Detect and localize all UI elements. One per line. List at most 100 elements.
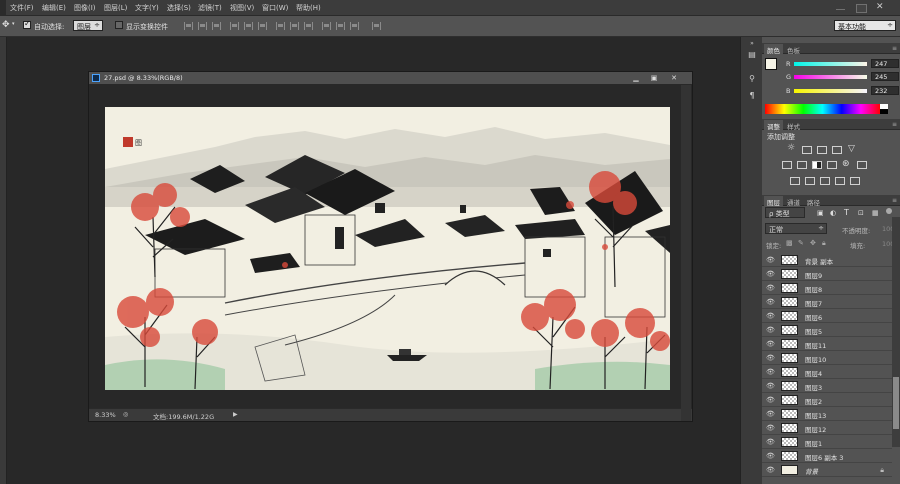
distribute-hcenter-icon[interactable] xyxy=(336,22,345,30)
panel-menu-icon[interactable]: ≡ xyxy=(892,121,897,128)
align-vcenter-icon[interactable] xyxy=(198,22,207,30)
paragraph-icon[interactable]: ¶ xyxy=(747,91,757,101)
foreground-color-swatch[interactable] xyxy=(765,58,777,70)
hue-saturation-icon[interactable] xyxy=(782,161,792,169)
tab-paths[interactable]: 路径 xyxy=(804,196,823,207)
photo-filter-icon[interactable] xyxy=(827,161,837,169)
menu-edit[interactable]: 编辑(E) xyxy=(42,3,66,13)
doc-close-icon[interactable]: ✕ xyxy=(669,74,679,82)
black-swatch[interactable] xyxy=(880,109,888,114)
move-tool-icon[interactable]: ✥ xyxy=(2,20,10,30)
minimize-icon[interactable] xyxy=(836,9,845,10)
menu-view[interactable]: 视图(V) xyxy=(230,3,254,13)
zoom-level[interactable]: 8.33% xyxy=(95,411,116,419)
layer-row[interactable]: 👁︎ 图层9 xyxy=(762,267,892,281)
blend-mode-dropdown[interactable]: 正常 ÷ xyxy=(765,223,827,234)
document-title-bar[interactable]: 27.psd @ 8.33%(RGB/8) ▁ ▣ ✕ xyxy=(89,72,692,84)
selective-color-icon[interactable] xyxy=(850,177,860,185)
vibrance-icon[interactable]: ▽ xyxy=(848,144,855,154)
brightness-icon[interactable]: ☼ xyxy=(787,143,795,153)
levels-icon[interactable] xyxy=(802,146,812,154)
layer-row[interactable]: 👁︎ 图层12 xyxy=(762,421,892,435)
menu-select[interactable]: 选择(S) xyxy=(167,3,191,13)
filter-smart-object-icon[interactable]: ▦ xyxy=(872,209,879,217)
layer-row[interactable]: 👁︎ 图层10 xyxy=(762,351,892,365)
layer-row[interactable]: 👁︎ 图层8 xyxy=(762,281,892,295)
color-spectrum-bar[interactable] xyxy=(765,104,880,114)
menu-type[interactable]: 文字(Y) xyxy=(135,3,159,13)
align-top-icon[interactable] xyxy=(184,22,193,30)
layers-scrollbar-thumb[interactable] xyxy=(893,377,899,429)
visibility-eye-icon[interactable]: 👁︎ xyxy=(766,452,775,460)
visibility-eye-icon[interactable]: 👁︎ xyxy=(766,410,775,418)
tab-color[interactable]: 颜色 xyxy=(764,44,783,55)
document-scrollbar[interactable] xyxy=(681,85,691,421)
tab-layers[interactable]: 图层 xyxy=(764,196,783,207)
color-balance-icon[interactable] xyxy=(797,161,807,169)
tab-channels[interactable]: 通道 xyxy=(784,196,803,207)
gradient-map-icon[interactable] xyxy=(835,177,845,185)
menu-file[interactable]: 文件(F) xyxy=(10,3,34,13)
visibility-eye-icon[interactable]: 👁︎ xyxy=(766,340,775,348)
ink-painting-canvas[interactable]: 图 xyxy=(105,107,670,390)
workspace-dropdown[interactable]: 基本功能 ÷ xyxy=(834,20,896,31)
doc-minimize-icon[interactable]: ▁ xyxy=(631,74,641,82)
filter-pixel-icon[interactable]: ▣ xyxy=(817,209,824,217)
visibility-eye-icon[interactable]: 👁︎ xyxy=(766,298,775,306)
layer-filter-dropdown[interactable]: ρ 类型 xyxy=(765,207,805,218)
tab-adjustments[interactable]: 调整 xyxy=(764,120,783,131)
align-left-icon[interactable] xyxy=(230,22,239,30)
visibility-eye-icon[interactable]: 👁︎ xyxy=(766,270,775,278)
layer-row[interactable]: 👁︎ 图层6 xyxy=(762,309,892,323)
doc-maximize-icon[interactable]: ▣ xyxy=(649,74,659,82)
layer-row[interactable]: 👁︎ 图层5 xyxy=(762,323,892,337)
channel-g-slider[interactable] xyxy=(794,75,867,79)
canvas-area[interactable]: 图 xyxy=(89,84,692,408)
tab-styles[interactable]: 样式 xyxy=(784,120,803,131)
layer-row[interactable]: 👁︎ 背景 副本 xyxy=(762,253,892,267)
status-menu-arrow-icon[interactable]: ▶ xyxy=(233,411,238,418)
distribute-vcenter-icon[interactable] xyxy=(290,22,299,30)
layer-row[interactable]: 👁︎ 图层4 xyxy=(762,365,892,379)
menu-filter[interactable]: 滤镜(T) xyxy=(198,3,222,13)
menu-image[interactable]: 图像(I) xyxy=(74,3,96,13)
tools-panel-collapsed[interactable] xyxy=(0,37,7,484)
history-icon[interactable]: ▤ xyxy=(747,50,757,60)
show-transform-checkbox[interactable] xyxy=(115,21,123,29)
menu-layer[interactable]: 图层(L) xyxy=(104,3,127,13)
filter-type-icon[interactable]: T xyxy=(844,208,849,217)
filter-toggle-icon[interactable] xyxy=(886,208,892,214)
channel-mixer-icon[interactable]: ⊛ xyxy=(842,159,850,169)
align-hcenter-icon[interactable] xyxy=(244,22,253,30)
channel-b-value[interactable]: 232 xyxy=(871,86,899,95)
actions-icon[interactable]: ⚲ xyxy=(747,74,757,84)
layer-row[interactable]: 👁︎ 图层1 xyxy=(762,435,892,449)
distribute-left-icon[interactable] xyxy=(322,22,331,30)
visibility-eye-icon[interactable]: 👁︎ xyxy=(766,382,775,390)
chevron-down-icon[interactable]: ▾ xyxy=(12,21,15,27)
visibility-eye-icon[interactable]: 👁︎ xyxy=(766,284,775,292)
layer-row[interactable]: 👁︎ 图层3 xyxy=(762,379,892,393)
channel-r-value[interactable]: 247 xyxy=(871,59,899,68)
panel-menu-icon[interactable]: ≡ xyxy=(892,45,897,52)
layer-row[interactable]: 👁︎ 图层7 xyxy=(762,295,892,309)
layers-scrollbar[interactable] xyxy=(892,217,900,447)
visibility-eye-icon[interactable]: 👁︎ xyxy=(766,466,775,474)
collapse-arrows-icon[interactable]: » xyxy=(747,39,757,49)
visibility-eye-icon[interactable]: 👁︎ xyxy=(766,326,775,334)
filter-adjustment-icon[interactable]: ◐ xyxy=(830,209,836,217)
auto-align-icon[interactable] xyxy=(372,22,381,30)
black-white-icon[interactable] xyxy=(812,161,822,169)
threshold-icon[interactable] xyxy=(820,177,830,185)
channel-b-slider[interactable] xyxy=(794,89,867,93)
menu-help[interactable]: 帮助(H) xyxy=(296,3,321,13)
align-right-icon[interactable] xyxy=(258,22,267,30)
visibility-eye-icon[interactable]: 👁︎ xyxy=(766,354,775,362)
distribute-right-icon[interactable] xyxy=(350,22,359,30)
channel-g-value[interactable]: 245 xyxy=(871,72,899,81)
visibility-eye-icon[interactable]: 👁︎ xyxy=(766,368,775,376)
auto-select-dropdown[interactable]: 图层 ÷ xyxy=(73,20,103,31)
filter-shape-icon[interactable]: ⊡ xyxy=(858,209,864,217)
auto-select-checkbox[interactable]: ✓ xyxy=(23,19,31,29)
visibility-eye-icon[interactable]: 👁︎ xyxy=(766,312,775,320)
